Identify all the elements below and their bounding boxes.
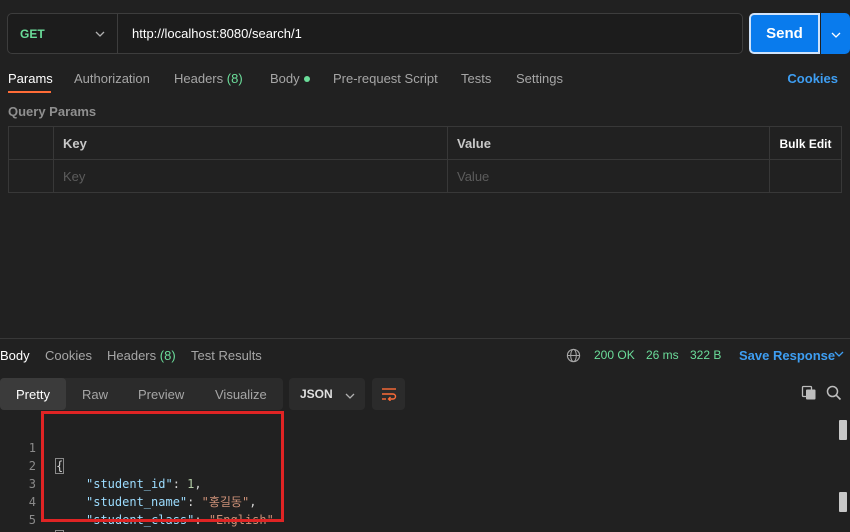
save-response-button[interactable]: Save Response (739, 348, 835, 363)
code-line: 4 "student_class": "English" (0, 475, 274, 527)
tab-headers-label: Headers (174, 71, 224, 86)
url-bar: GET (7, 13, 743, 54)
line-number: 5 (28, 513, 36, 527)
row-checkbox-cell (9, 160, 54, 193)
response-tab-cookies[interactable]: Cookies (45, 348, 92, 363)
response-size[interactable]: 322 B (690, 348, 721, 362)
highlight-box (41, 411, 284, 522)
view-visualize[interactable]: Visualize (215, 378, 267, 410)
tab-tests[interactable]: Tests (461, 71, 491, 86)
tab-authorization[interactable]: Authorization (74, 71, 150, 86)
response-tab-body[interactable]: Body (0, 348, 30, 363)
url-input[interactable] (118, 14, 742, 53)
request-tabs: Params Authorization Headers (8) Body Pr… (0, 64, 850, 94)
key-column-header: Key (54, 127, 448, 160)
search-icon[interactable] (826, 385, 842, 401)
headers-count: (8) (226, 71, 243, 86)
cookies-link[interactable]: Cookies (787, 71, 838, 86)
query-params-title: Query Params (8, 104, 97, 119)
chevron-down-icon (345, 387, 355, 402)
tab-params[interactable]: Params (8, 71, 53, 86)
bulk-edit-button[interactable]: Bulk Edit (770, 127, 841, 160)
value-input[interactable]: Value (448, 160, 770, 193)
format-select[interactable]: JSON (289, 378, 365, 410)
active-tab-indicator (8, 91, 51, 93)
send-button[interactable]: Send (749, 13, 820, 54)
tab-prerequest-script[interactable]: Pre-request Script (333, 71, 438, 86)
code-line: 5 } (0, 493, 65, 532)
checkbox-column-header (9, 127, 54, 160)
tab-headers[interactable]: Headers (8) (174, 71, 243, 86)
response-tab-headers[interactable]: Headers (8) (107, 348, 176, 363)
method-label: GET (20, 26, 45, 41)
globe-icon[interactable] (566, 348, 581, 363)
chevron-down-icon (831, 26, 841, 41)
scrollbar-thumb[interactable] (839, 492, 847, 512)
scrollbar-thumb[interactable] (839, 420, 847, 440)
tab-body-label: Body (270, 71, 300, 86)
value-column-header: Value (448, 127, 770, 160)
response-tabs: Body Cookies Headers (8) Test Results 20… (0, 339, 850, 371)
code-line: 2 "student_id": 1, (0, 439, 202, 491)
tab-settings[interactable]: Settings (516, 71, 563, 86)
response-view-selector: Pretty Raw Preview Visualize (0, 378, 283, 410)
copy-icon[interactable] (801, 385, 817, 401)
table-header-row: Key Value Bulk Edit (9, 127, 841, 160)
wrap-lines-button[interactable] (372, 378, 405, 410)
response-tab-test-results[interactable]: Test Results (191, 348, 262, 363)
view-pretty[interactable]: Pretty (0, 378, 66, 410)
send-dropdown-button[interactable] (821, 13, 850, 54)
tab-body[interactable]: Body (270, 71, 310, 86)
row-extra-cell (770, 160, 841, 193)
body-indicator-dot (303, 75, 310, 82)
code-line: 1 { (0, 421, 65, 474)
method-select[interactable]: GET (8, 14, 118, 53)
scrollbar[interactable] (839, 420, 847, 532)
chevron-down-icon[interactable] (834, 348, 844, 360)
table-row: Key Value (9, 160, 841, 193)
wrap-icon (381, 388, 396, 401)
response-headers-count: (8) (159, 348, 176, 363)
key-input[interactable]: Key (54, 160, 448, 193)
format-label: JSON (300, 387, 333, 401)
status-code[interactable]: 200 OK (594, 348, 635, 362)
code-line: 3 "student_name": "홍길동", (0, 457, 257, 509)
query-params-table: Key Value Bulk Edit Key Value (8, 126, 842, 193)
response-tab-headers-label: Headers (107, 348, 157, 363)
chevron-down-icon (95, 28, 105, 40)
view-raw[interactable]: Raw (82, 378, 108, 410)
view-preview[interactable]: Preview (138, 378, 184, 410)
response-time[interactable]: 26 ms (646, 348, 679, 362)
